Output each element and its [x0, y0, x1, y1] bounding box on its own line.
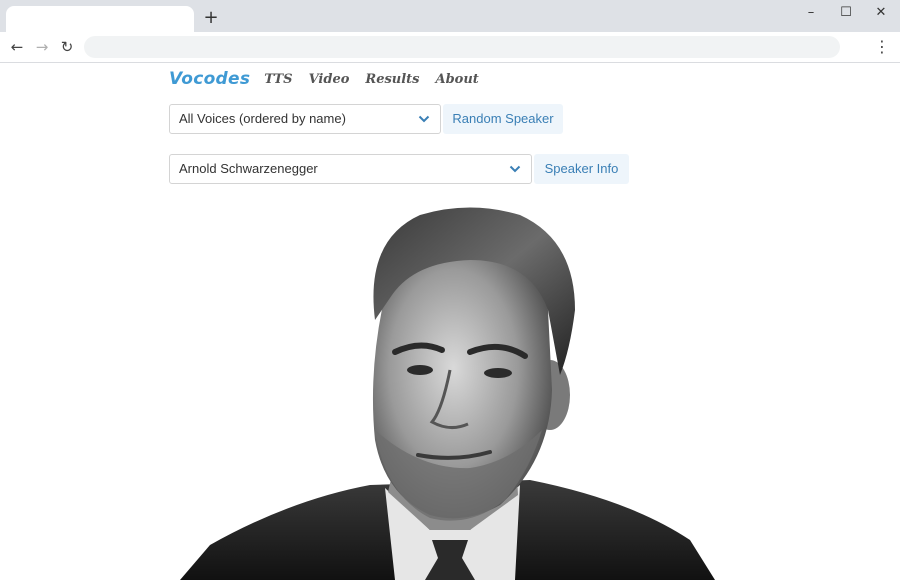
voice-category-value: All Voices (ordered by name) — [179, 111, 346, 126]
speaker-info-button[interactable]: Speaker Info — [534, 154, 629, 184]
reload-icon[interactable]: ↻ — [57, 37, 77, 57]
nav-link-results[interactable]: Results — [365, 72, 419, 87]
random-speaker-button[interactable]: Random Speaker — [443, 104, 563, 134]
browser-tab[interactable] — [6, 6, 194, 32]
maximize-button[interactable]: ☐ — [831, 4, 861, 22]
chevron-down-icon — [509, 165, 521, 173]
speaker-value: Arnold Schwarzenegger — [179, 161, 318, 176]
site-logo[interactable]: Vocodes — [169, 69, 250, 89]
minimize-button[interactable]: – — [796, 4, 826, 22]
site-nav: Vocodes TTS Video Results About — [169, 66, 495, 92]
speaker-select[interactable]: Arnold Schwarzenegger — [169, 154, 532, 184]
new-tab-button[interactable]: + — [202, 9, 220, 27]
forward-icon[interactable]: → — [32, 37, 52, 57]
back-icon[interactable]: ← — [7, 37, 27, 57]
browser-menu-icon[interactable]: ⋮ — [873, 37, 891, 57]
close-button[interactable]: ✕ — [866, 4, 896, 22]
chevron-down-icon — [418, 115, 430, 123]
address-bar[interactable] — [84, 36, 840, 58]
nav-link-video[interactable]: Video — [309, 72, 350, 87]
nav-link-tts[interactable]: TTS — [264, 72, 292, 87]
browser-tab-bar: + – ☐ ✕ — [0, 0, 900, 32]
browser-toolbar: ← → ↻ ⋮ — [0, 32, 900, 63]
voice-category-select[interactable]: All Voices (ordered by name) — [169, 104, 441, 134]
nav-link-about[interactable]: About — [436, 72, 479, 87]
speaker-portrait-image — [180, 207, 715, 580]
